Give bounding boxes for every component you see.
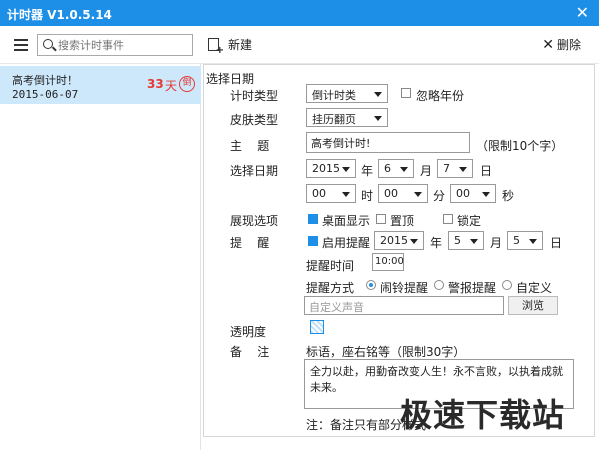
countdown-badge-icon: 倒 (179, 76, 195, 92)
chevron-down-icon (342, 192, 350, 197)
enable-reminder-checkbox[interactable] (308, 236, 318, 246)
date-day-select[interactable]: 7 (437, 159, 473, 178)
chevron-down-icon (470, 239, 478, 244)
chevron-down-icon (482, 192, 490, 197)
reminder-day-unit: 日 (550, 236, 563, 250)
chevron-down-icon (459, 167, 467, 172)
reminder-year-select[interactable]: 2015 (374, 231, 424, 250)
list-item-days: 33 (147, 77, 164, 91)
pin-top-label: 置顶 (390, 214, 415, 228)
minute-unit: 分 (433, 189, 446, 203)
alarm-reminder-radio[interactable] (434, 280, 444, 290)
toolbar: 新建 ✕删除 (0, 26, 599, 64)
date-second-value: 00 (456, 187, 470, 200)
search-input[interactable] (58, 37, 188, 53)
reminder-day-value: 5 (513, 234, 520, 247)
timer-type-select[interactable]: 倒计时类 (306, 84, 388, 103)
opacity-picker-icon[interactable] (310, 320, 324, 334)
delete-button[interactable]: ✕ 删除 (542, 36, 581, 53)
skin-type-select[interactable]: 挂历翻页 (306, 108, 388, 127)
year-unit: 年 (361, 164, 374, 178)
bell-reminder-label: 闹铃提醒 (380, 281, 429, 295)
lock-checkbox[interactable] (443, 214, 453, 224)
date-year-value: 2015 (312, 162, 340, 175)
lock-label: 锁定 (457, 214, 482, 228)
date-minute-value: 00 (384, 187, 398, 200)
subject-hint: （限制10个字） (476, 139, 564, 153)
window-title: 计时器 V1.0.5.14 (7, 8, 112, 22)
select-date-label: 选择日期 (230, 164, 279, 178)
edit-form: 选择日期 计时类型 倒计时类 忽略年份 皮肤类型 挂历翻页 主 题 高考倒计时!… (203, 64, 595, 437)
timer-list: 高考倒计时！ 2015-06-07 33 天 倒 (0, 64, 201, 450)
desktop-display-checkbox[interactable] (308, 214, 318, 224)
search-box[interactable] (37, 34, 193, 56)
chevron-down-icon (400, 167, 408, 172)
date-month-value: 6 (384, 162, 391, 175)
custom-reminder-label: 自定义 (516, 281, 553, 295)
search-icon (43, 39, 53, 49)
date-day-value: 7 (443, 162, 450, 175)
date-year-select[interactable]: 2015 (306, 159, 356, 178)
list-item-name: 高考倒计时！ (12, 74, 78, 87)
day-unit: 日 (480, 164, 493, 178)
title-bar: 计时器 V1.0.5.14 ✕ (0, 0, 599, 26)
custom-reminder-radio[interactable] (502, 280, 512, 290)
chevron-down-icon (374, 116, 382, 121)
section-title: 选择日期 (206, 72, 255, 86)
list-item[interactable]: 高考倒计时！ 2015-06-07 33 天 倒 (0, 66, 201, 104)
date-minute-select[interactable]: 00 (378, 184, 428, 203)
new-label: 新建 (228, 38, 253, 52)
date-hour-value: 00 (312, 187, 326, 200)
reminder-month-select[interactable]: 5 (448, 231, 484, 250)
chevron-down-icon (414, 192, 422, 197)
delete-label: 删除 (556, 38, 581, 52)
pin-top-checkbox[interactable] (376, 214, 386, 224)
chevron-down-icon (529, 239, 537, 244)
reminder-year-unit: 年 (430, 236, 443, 250)
hour-unit: 时 (361, 189, 374, 203)
ignore-year-label: 忽略年份 (416, 89, 465, 103)
date-month-select[interactable]: 6 (378, 159, 414, 178)
browse-button[interactable]: 浏览 (508, 296, 558, 315)
reminder-mode-label: 提醒方式 (306, 281, 355, 295)
note-label: 备 注 (230, 345, 270, 359)
reminder-time-input[interactable]: 10:00 (372, 253, 404, 271)
menu-icon[interactable] (14, 39, 28, 51)
reminder-month-value: 5 (454, 234, 461, 247)
note-hint: 标语，座右铭等（限制30字） (306, 345, 466, 359)
desktop-display-label: 桌面显示 (322, 214, 371, 228)
delete-icon: ✕ (542, 37, 554, 53)
alarm-reminder-label: 警报提醒 (448, 281, 497, 295)
date-hour-select[interactable]: 00 (306, 184, 356, 203)
reminder-time-label: 提醒时间 (306, 259, 355, 273)
reminder-year-value: 2015 (380, 234, 408, 247)
ignore-year-checkbox[interactable] (401, 88, 411, 98)
reminder-month-unit: 月 (490, 236, 503, 250)
second-unit: 秒 (502, 189, 515, 203)
watermark: 极速下载站 (400, 396, 566, 434)
list-item-day-unit: 天 (165, 79, 178, 93)
timer-type-label: 计时类型 (230, 89, 279, 103)
skin-type-value: 挂历翻页 (312, 113, 356, 126)
skin-type-label: 皮肤类型 (230, 113, 279, 127)
chevron-down-icon (374, 92, 382, 97)
new-button[interactable]: 新建 (208, 36, 253, 56)
bell-reminder-radio[interactable] (366, 280, 376, 290)
list-item-date: 2015-06-07 (12, 88, 79, 101)
close-icon[interactable]: ✕ (576, 3, 589, 22)
chevron-down-icon (342, 167, 350, 172)
subject-label: 主 题 (230, 139, 270, 153)
custom-sound-input[interactable]: 自定义声音 (304, 296, 504, 315)
reminder-day-select[interactable]: 5 (507, 231, 543, 250)
enable-reminder-label: 启用提醒 (322, 236, 371, 250)
chevron-down-icon (410, 239, 418, 244)
reminder-label: 提 醒 (230, 236, 270, 250)
new-document-icon (208, 38, 224, 56)
timer-type-value: 倒计时类 (312, 89, 356, 102)
opacity-label: 透明度 (230, 325, 267, 339)
date-second-select[interactable]: 00 (450, 184, 496, 203)
display-options-label: 展现选项 (230, 214, 279, 228)
month-unit: 月 (420, 164, 433, 178)
subject-input[interactable]: 高考倒计时! (306, 132, 470, 153)
